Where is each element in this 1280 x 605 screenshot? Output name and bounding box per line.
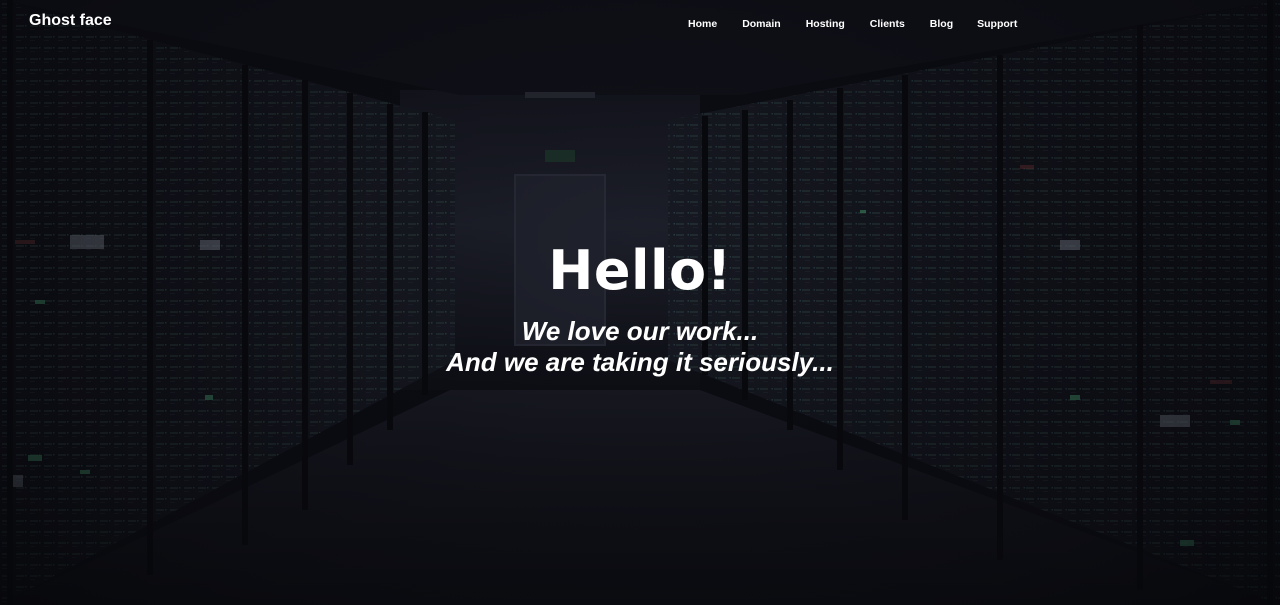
hero-section: Hello! We love our work... And we are ta… bbox=[0, 238, 1280, 378]
brand-logo-link[interactable]: Ghost face bbox=[29, 11, 112, 31]
nav-link-home[interactable]: Home bbox=[688, 17, 717, 31]
nav-item-home: Home bbox=[688, 14, 717, 32]
hero-tagline: We love our work... And we are taking it… bbox=[0, 316, 1280, 378]
nav-link-domain[interactable]: Domain bbox=[742, 17, 781, 31]
main-nav: Home Domain Hosting Clients Blog Support bbox=[688, 14, 1017, 32]
nav-item-hosting: Hosting bbox=[806, 14, 845, 32]
nav-item-support: Support bbox=[977, 14, 1017, 32]
hero-heading: Hello! bbox=[548, 239, 732, 302]
page: Ghost face Home Domain Hosting Clients B… bbox=[0, 0, 1280, 605]
nav-link-clients[interactable]: Clients bbox=[870, 17, 905, 31]
site-header: Ghost face Home Domain Hosting Clients B… bbox=[0, 0, 1280, 42]
nav-link-blog[interactable]: Blog bbox=[930, 17, 953, 31]
hero-tagline-line-2: And we are taking it seriously... bbox=[446, 347, 834, 377]
nav-item-blog: Blog bbox=[930, 14, 953, 32]
nav-link-hosting[interactable]: Hosting bbox=[806, 17, 845, 31]
nav-item-clients: Clients bbox=[870, 14, 905, 32]
hero-tagline-line-1: We love our work... bbox=[521, 316, 759, 346]
nav-item-domain: Domain bbox=[742, 14, 781, 32]
nav-link-support[interactable]: Support bbox=[977, 17, 1017, 31]
